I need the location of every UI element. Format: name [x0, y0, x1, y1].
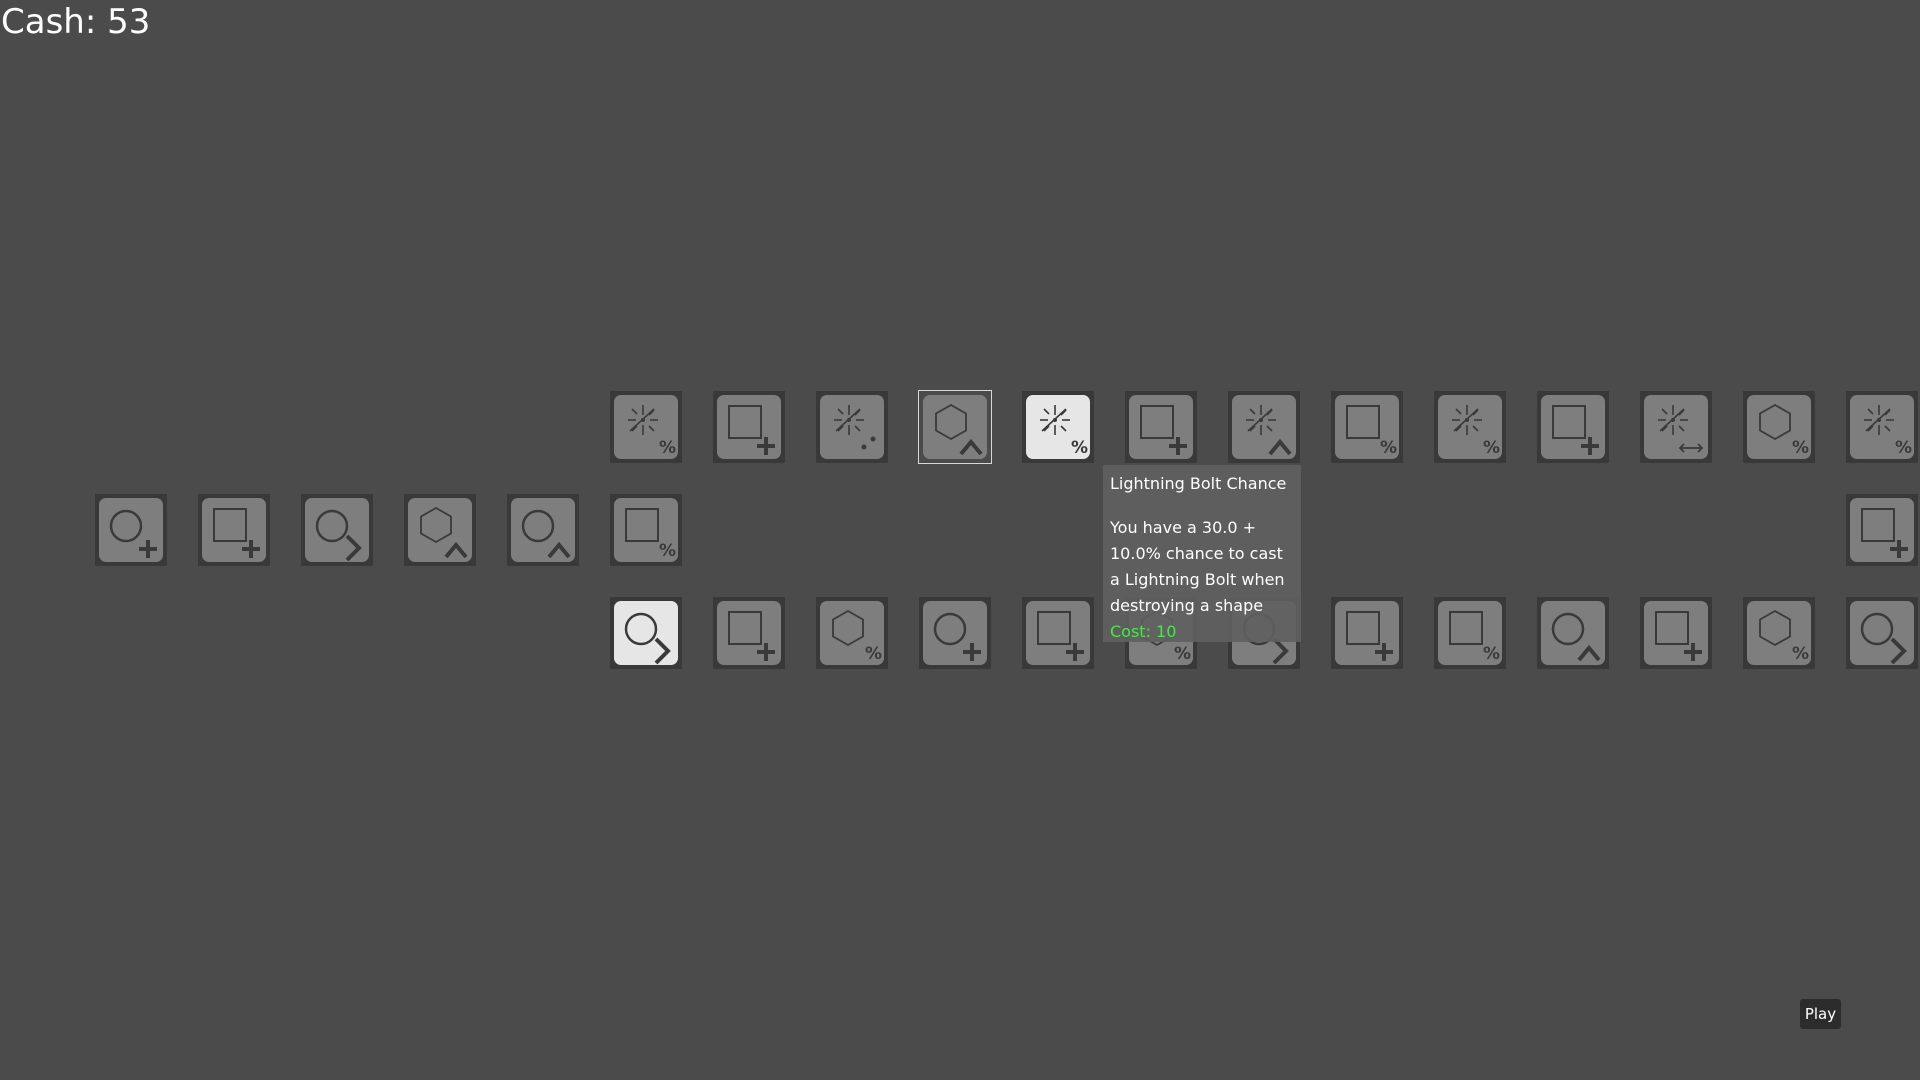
hexagon-percent-icon: %: [1747, 395, 1811, 459]
skill-node-top-6[interactable]: [1125, 391, 1197, 463]
skill-node-top-12[interactable]: %: [1743, 391, 1815, 463]
skill-node-middle-2[interactable]: [198, 494, 270, 566]
skill-node-top-4[interactable]: [918, 390, 992, 464]
skill-node-bottom-13[interactable]: [1846, 597, 1918, 669]
square-plus-icon: [717, 395, 781, 459]
hexagon-upgrade-icon: [923, 395, 987, 459]
skill-node-top-3[interactable]: [816, 391, 888, 463]
skill-node-bottom-12[interactable]: %: [1743, 597, 1815, 669]
svg-text:%: %: [1792, 438, 1809, 458]
square-plus-icon: [1335, 601, 1399, 665]
skill-node-middle-6[interactable]: %: [610, 494, 682, 566]
svg-text:%: %: [1380, 438, 1397, 458]
skill-node-bottom-2[interactable]: [713, 597, 785, 669]
skill-node-bottom-5[interactable]: [1022, 597, 1094, 669]
svg-text:%: %: [1174, 644, 1191, 664]
skill-node-middle-4[interactable]: [404, 494, 476, 566]
circle-right-icon: [305, 498, 369, 562]
svg-text:%: %: [1895, 438, 1912, 458]
circle-plus-icon: [923, 601, 987, 665]
circle-right-icon: [1850, 601, 1914, 665]
lightning-range-icon: [1644, 395, 1708, 459]
skill-node-top-13[interactable]: %: [1846, 391, 1918, 463]
svg-text:%: %: [1483, 438, 1500, 458]
svg-text:%: %: [1483, 644, 1500, 664]
skill-node-bottom-8[interactable]: [1331, 597, 1403, 669]
tooltip-title: Lightning Bolt Chance: [1110, 474, 1287, 493]
skill-node-middle-7[interactable]: [1846, 494, 1918, 566]
lightning-percent-icon: %: [1026, 395, 1090, 459]
svg-text:%: %: [659, 541, 676, 561]
circle-right-icon: [614, 601, 678, 665]
skill-node-bottom-9[interactable]: %: [1434, 597, 1506, 669]
svg-text:%: %: [1071, 438, 1088, 458]
tooltip-cost: Cost: 10: [1110, 622, 1177, 641]
skill-node-top-8[interactable]: %: [1331, 391, 1403, 463]
circle-upgrade-icon: [511, 498, 575, 562]
circle-upgrade-icon: [1541, 601, 1605, 665]
cash-counter: Cash: 53: [1, 2, 151, 42]
lightning-chain-icon: [820, 395, 884, 459]
skill-node-bottom-3[interactable]: %: [816, 597, 888, 669]
square-plus-icon: [1541, 395, 1605, 459]
skill-node-top-7[interactable]: [1228, 391, 1300, 463]
lightning-percent-icon: %: [1438, 395, 1502, 459]
skill-node-top-11[interactable]: [1640, 391, 1712, 463]
skill-node-bottom-10[interactable]: [1537, 597, 1609, 669]
lightning-upgrade-icon: [1232, 395, 1296, 459]
skill-tooltip: Lightning Bolt Chance You have a 30.0 + …: [1103, 465, 1301, 642]
skill-node-middle-1[interactable]: [95, 494, 167, 566]
square-plus-icon: [1026, 601, 1090, 665]
skill-node-top-9[interactable]: %: [1434, 391, 1506, 463]
square-plus-icon: [1129, 395, 1193, 459]
lightning-percent-icon: %: [1850, 395, 1914, 459]
skill-node-top-10[interactable]: [1537, 391, 1609, 463]
skill-node-bottom-4[interactable]: [919, 597, 991, 669]
tooltip-description: You have a 30.0 + 10.0% chance to cast a…: [1110, 518, 1285, 615]
svg-text:%: %: [865, 644, 882, 664]
square-plus-icon: [202, 498, 266, 562]
square-plus-icon: [717, 601, 781, 665]
play-button[interactable]: Play: [1800, 999, 1841, 1029]
svg-text:%: %: [659, 438, 676, 458]
skill-node-top-5[interactable]: %: [1022, 391, 1094, 463]
skill-node-bottom-1[interactable]: [610, 597, 682, 669]
svg-text:%: %: [1792, 644, 1809, 664]
hexagon-percent-icon: %: [820, 601, 884, 665]
hexagon-percent-icon: %: [1747, 601, 1811, 665]
circle-plus-icon: [99, 498, 163, 562]
hexagon-upgrade-icon: [408, 498, 472, 562]
square-plus-icon: [1850, 498, 1914, 562]
skill-node-middle-3[interactable]: [301, 494, 373, 566]
skill-node-middle-5[interactable]: [507, 494, 579, 566]
lightning-percent-icon: %: [614, 395, 678, 459]
square-percent-icon: %: [1438, 601, 1502, 665]
skill-node-bottom-11[interactable]: [1640, 597, 1712, 669]
square-plus-icon: [1644, 601, 1708, 665]
skill-node-top-1[interactable]: %: [610, 391, 682, 463]
square-percent-icon: %: [614, 498, 678, 562]
square-percent-icon: %: [1335, 395, 1399, 459]
skill-node-top-2[interactable]: [713, 391, 785, 463]
